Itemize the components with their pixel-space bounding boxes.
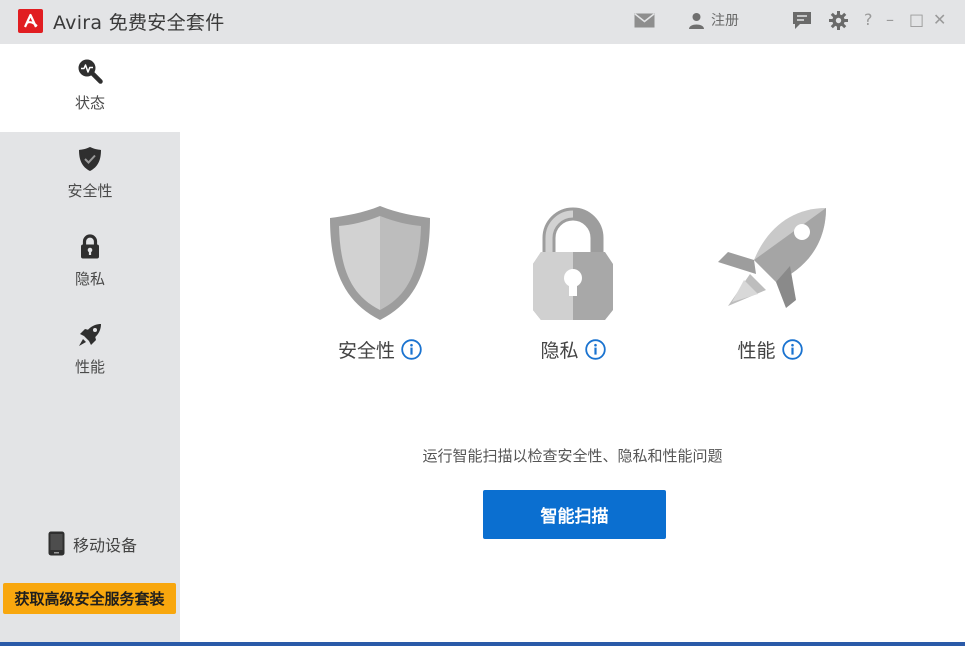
mobile-devices-button[interactable]: 移动设备: [48, 531, 137, 556]
feature-performance-label: 性能: [737, 340, 776, 362]
info-icon[interactable]: [584, 339, 606, 360]
phone-icon: [48, 531, 65, 556]
scan-hint: 运行智能扫描以检查安全性、隐私和性能问题: [422, 447, 723, 465]
mobile-label: 移动设备: [73, 535, 138, 555]
feature-privacy[interactable]: 隐私: [518, 204, 628, 363]
shield-icon: [330, 206, 430, 320]
sidebar-item-privacy[interactable]: 隐私: [0, 220, 180, 308]
feedback-icon[interactable]: [792, 11, 812, 30]
sidebar-item-label: 状态: [74, 94, 105, 112]
help-button[interactable]: ?: [864, 9, 873, 31]
feature-security-label: 安全性: [337, 340, 395, 362]
smart-scan-button[interactable]: 智能扫描: [483, 490, 666, 539]
rocket-icon: [77, 322, 103, 348]
info-icon[interactable]: [401, 339, 422, 360]
gear-icon[interactable]: [829, 11, 848, 30]
sidebar-item-performance[interactable]: 性能: [0, 308, 180, 396]
mail-icon[interactable]: [634, 13, 655, 28]
feature-privacy-label: 隐私: [540, 340, 579, 362]
info-icon[interactable]: [781, 339, 803, 360]
rocket-icon: [718, 208, 826, 308]
minimize-button[interactable]: –: [886, 9, 894, 31]
register-button[interactable]: 注册: [688, 10, 739, 30]
close-button[interactable]: ✕: [933, 9, 946, 31]
register-label: 注册: [711, 13, 739, 29]
sidebar-item-label: 安全性: [67, 182, 113, 200]
title-bar: Avira 免费安全套件 注册 ? – □ ✕: [0, 0, 965, 44]
shield-icon: [78, 146, 102, 172]
taskbar-edge: [0, 642, 965, 646]
lock-icon: [80, 234, 100, 260]
feature-security[interactable]: 安全性: [320, 204, 440, 363]
sidebar-item-security[interactable]: 安全性: [0, 132, 180, 220]
sidebar-item-label: 隐私: [74, 270, 105, 288]
maximize-button[interactable]: □: [909, 9, 924, 31]
user-icon: [689, 12, 704, 29]
status-search-icon: [77, 58, 103, 84]
app-title: Avira 免费安全套件: [53, 12, 225, 34]
feature-performance[interactable]: 性能: [705, 204, 835, 363]
upgrade-button[interactable]: 获取高级安全服务套装: [3, 583, 176, 614]
lock-icon: [533, 207, 613, 320]
sidebar: 状态 安全性 隐私 性能 移动设备 获取高级安全服务套装: [0, 44, 180, 646]
avira-logo-icon: [18, 9, 43, 33]
sidebar-item-status[interactable]: 状态: [0, 44, 180, 132]
sidebar-item-label: 性能: [74, 358, 105, 376]
